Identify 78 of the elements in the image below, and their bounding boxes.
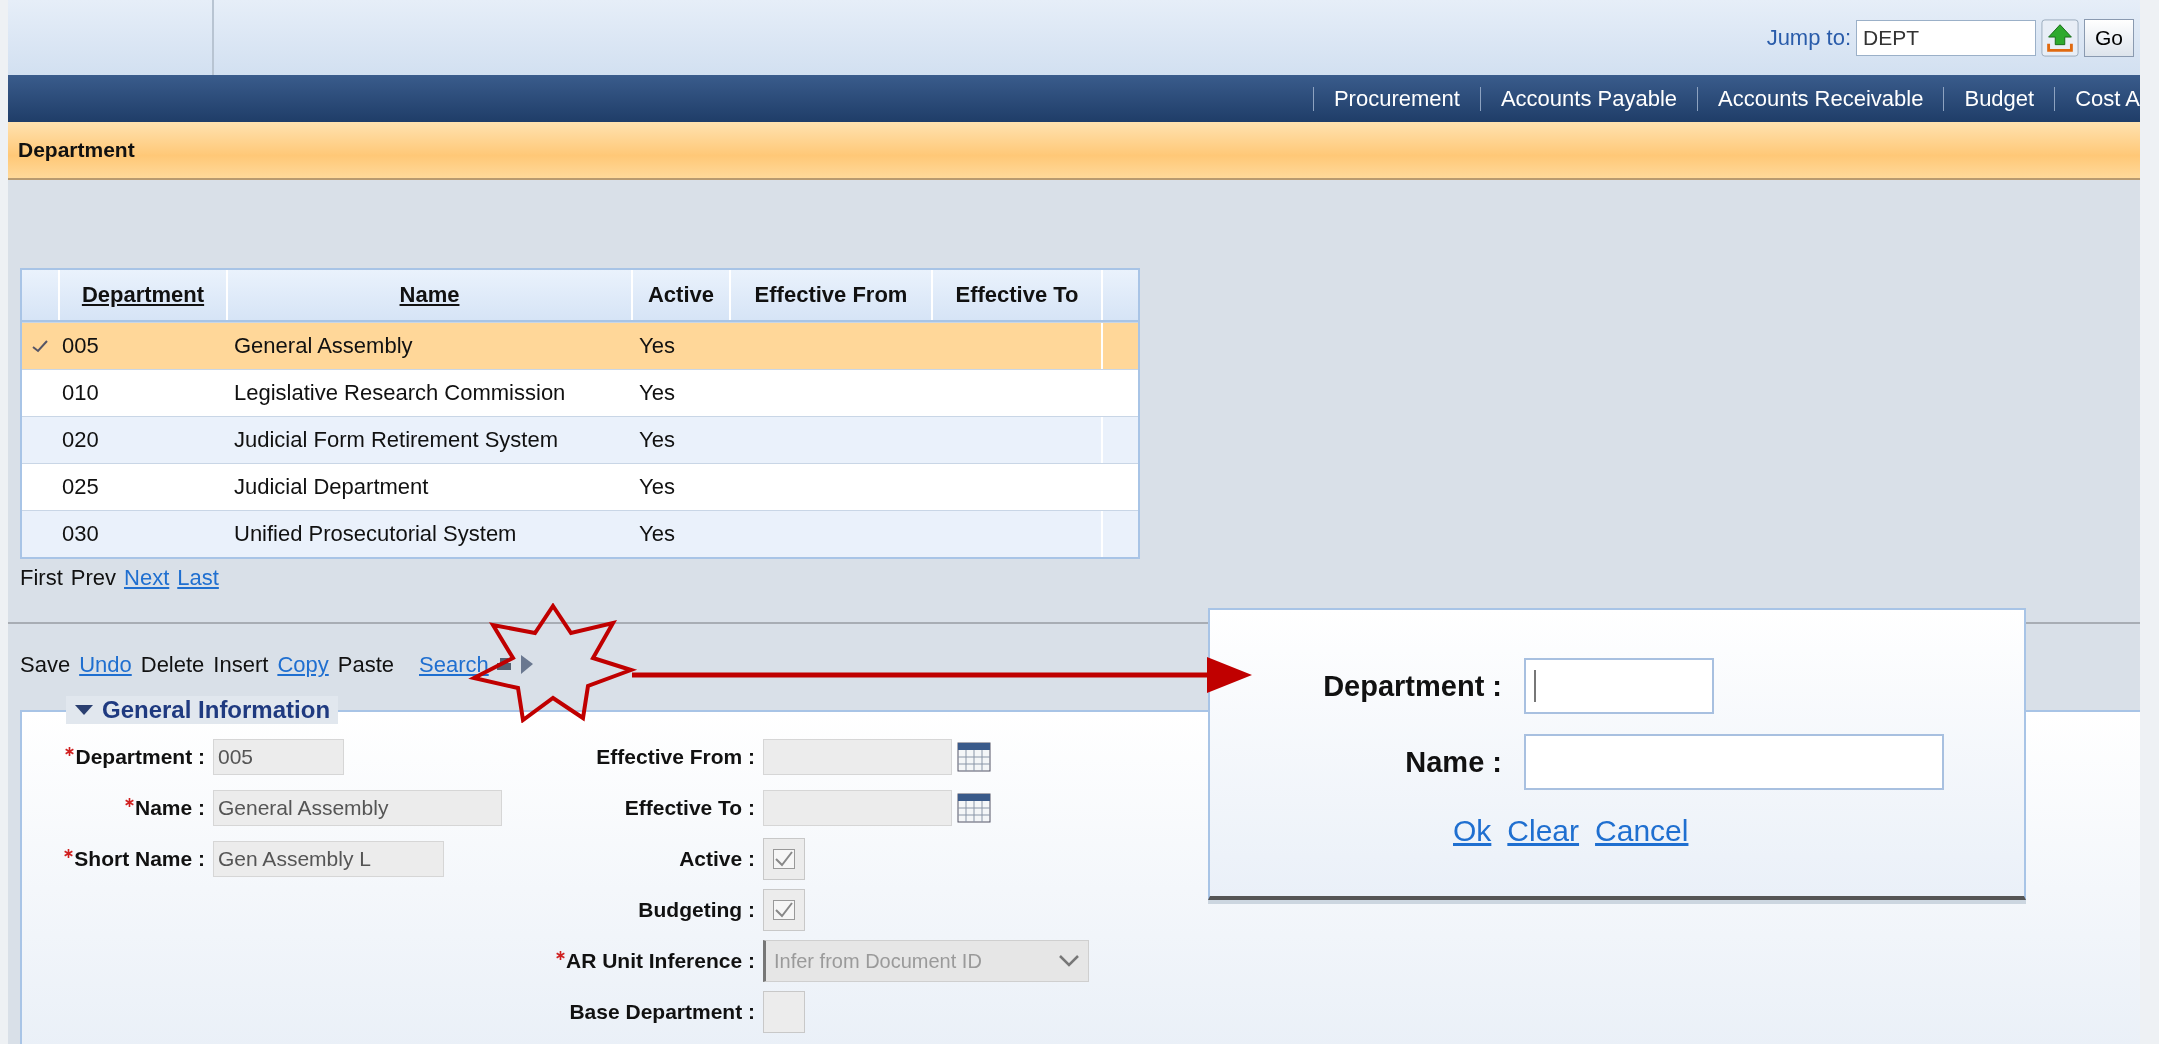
nav-link[interactable]: Accounts Payable [1479,86,1697,111]
column-header: Effective To [931,270,1101,320]
date-field[interactable] [763,739,952,775]
popup-link[interactable]: Clear [1507,814,1580,848]
column-header: Effective From [729,270,931,320]
toolbar-label: Insert [213,652,269,678]
table-cell: Yes [639,427,675,453]
check-icon [773,900,795,920]
toolbar-label: Delete [140,652,205,678]
table-cell: Yes [639,380,675,406]
sort-link[interactable]: Name [226,270,631,320]
calendar-icon[interactable] [957,793,991,823]
collapse-icon [74,703,94,717]
field-label: Active : [679,847,755,871]
check-icon [32,339,48,353]
field-label: Name : [134,796,205,820]
table-cell: 020 [62,427,99,453]
section-title: General Information [102,696,331,724]
table-row[interactable]: 030 Unified Prosecutorial System Yes [22,510,1138,557]
calendar-icon[interactable] [957,742,991,772]
table-cell: Unified Prosecutorial System [234,521,517,547]
pager-link[interactable]: Next [124,565,170,591]
field-label: Department : [75,745,205,769]
toolbar-label: Paste [337,652,394,678]
table-row[interactable]: 020 Judicial Form Retirement System Yes [22,416,1138,463]
nav-link[interactable]: Budget [1943,86,2055,111]
popup-link[interactable]: Ok [1453,814,1492,848]
jump-to-field[interactable]: DEPT [1856,19,2036,56]
upload-icon[interactable] [2041,17,2079,58]
pager-label: Prev [70,565,116,591]
input-field[interactable] [1524,734,1944,790]
field-label: Name : [1405,745,1502,779]
checkbox[interactable] [763,838,805,880]
table-cell: General Assembly [234,333,413,359]
field-label: AR Unit Inference : [565,949,755,973]
table-cell: 005 [62,333,99,359]
input-field[interactable] [1524,658,1714,714]
input-field[interactable]: 005 [213,739,344,775]
toolbar-link[interactable]: Copy [277,652,329,678]
chevron-icon [1058,954,1080,968]
sort-link[interactable]: Department [58,270,226,320]
table-row[interactable]: 005 General Assembly Yes [22,322,1138,369]
toolbar-link[interactable]: Undo [79,652,132,678]
table-cell: Yes [639,333,675,359]
go-button[interactable]: Go [2084,18,2134,57]
flag-icon[interactable] [518,654,535,676]
table-cell: 010 [62,380,99,406]
field-label: Department : [1323,669,1502,703]
pager-link[interactable]: Last [177,565,219,591]
table-cell: Judicial Department [234,474,429,500]
date-field[interactable] [763,790,952,826]
table-cell: Judicial Form Retirement System [234,427,558,453]
table-cell: Yes [639,474,675,500]
column-header: Active [631,270,729,320]
input-field[interactable]: Gen Assembly L [213,841,444,877]
nav-link[interactable]: Accounts Receivable [1697,86,1944,111]
checkbox[interactable] [763,991,805,1033]
field-label: Effective From : [596,745,755,769]
nav-link[interactable]: Procurement [1312,86,1480,111]
field-label: Budgeting : [638,898,755,922]
table-cell: 030 [62,521,99,547]
popup-link[interactable]: Cancel [1595,814,1689,848]
input-field[interactable]: General Assembly [213,790,502,826]
toolbar-link[interactable]: Search [419,652,489,678]
table-cell: 025 [62,474,99,500]
table-cell: Yes [639,521,675,547]
field-label: Base Department : [569,1000,755,1024]
page-title: Department [18,138,135,162]
check-icon [773,849,795,869]
pager-label: First [20,565,63,591]
section-toggle[interactable]: General Information [66,696,339,724]
field-label: Short Name : [74,847,205,871]
checkbox[interactable] [763,889,805,931]
toolbar-label: Save [20,652,71,678]
field-label: Effective To : [624,796,755,820]
nav-link[interactable]: Cost A [2054,86,2140,111]
table-cell: Legislative Research Commission [234,380,566,406]
jump-to-label: Jump to: [1766,24,1851,51]
